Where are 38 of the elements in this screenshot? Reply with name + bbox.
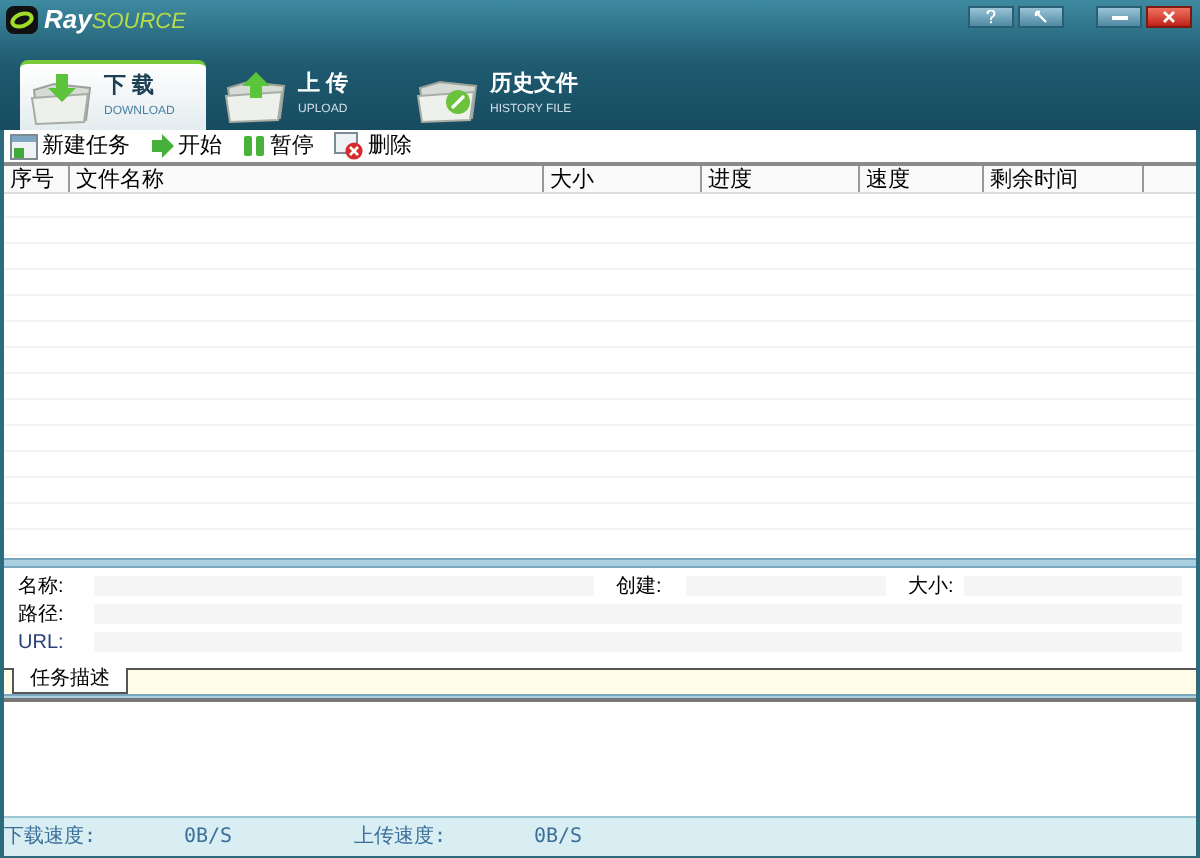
field-label: 大小: bbox=[908, 573, 956, 601]
column-header[interactable]: 大小 bbox=[544, 166, 702, 192]
column-header[interactable]: 文件名称 bbox=[70, 166, 544, 192]
close-button[interactable] bbox=[1146, 6, 1192, 28]
minimize-button[interactable] bbox=[1096, 6, 1142, 28]
tab[interactable]: 任务描述 bbox=[12, 668, 128, 694]
toolbar-button[interactable]: 新建任务 bbox=[10, 133, 130, 159]
play-arrow-icon bbox=[150, 134, 174, 158]
tab-label: 上 传 bbox=[298, 74, 349, 96]
app-logo: RaySOURCE bbox=[44, 6, 186, 34]
folder-icon bbox=[28, 69, 96, 125]
tab-label: 历史文件 bbox=[490, 74, 578, 96]
toolbar-button[interactable]: 暂停 bbox=[242, 134, 314, 158]
status-value: 0B/S bbox=[184, 824, 233, 852]
pause-icon bbox=[242, 134, 266, 158]
field-label: 路径: bbox=[18, 601, 66, 629]
tools-button[interactable] bbox=[1018, 6, 1064, 28]
help-icon bbox=[986, 10, 996, 24]
close-icon bbox=[1162, 10, 1176, 24]
toolbar-button[interactable]: 开始 bbox=[150, 134, 222, 158]
column-header[interactable]: 进度 bbox=[702, 166, 860, 192]
wrench-icon bbox=[1034, 10, 1048, 24]
field-label: URL: bbox=[18, 629, 66, 657]
help-button[interactable] bbox=[968, 6, 1014, 28]
status-label: 上传速度: bbox=[354, 823, 449, 852]
folder-icon bbox=[222, 67, 290, 123]
new-task-icon bbox=[10, 133, 38, 159]
field-label: 名称: bbox=[18, 573, 66, 601]
field-label: 创建: bbox=[616, 573, 664, 601]
column-header[interactable]: 速度 bbox=[860, 166, 984, 192]
minimize-icon bbox=[1111, 15, 1127, 19]
logo-icon bbox=[6, 6, 38, 34]
status-value: 0B/S bbox=[534, 824, 583, 852]
column-header[interactable]: 序号 bbox=[4, 166, 70, 192]
tab-label: 下 载 bbox=[104, 76, 155, 98]
status-label: 下载速度: bbox=[4, 823, 99, 852]
toolbar-button[interactable]: 删除 bbox=[334, 132, 412, 160]
column-header[interactable]: 剩余时间 bbox=[984, 166, 1144, 192]
